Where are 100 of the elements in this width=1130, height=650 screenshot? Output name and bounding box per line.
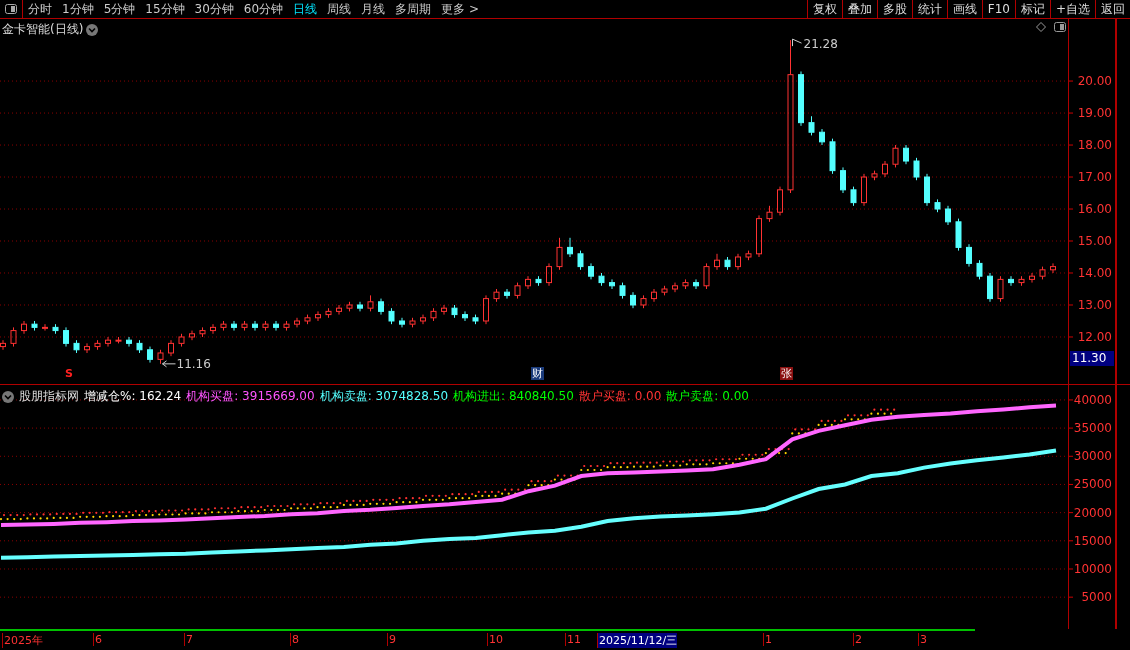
axis-label: 5000 bbox=[1081, 590, 1112, 605]
candlestick bbox=[840, 166, 846, 194]
candlestick bbox=[399, 317, 405, 328]
toolbar-button[interactable]: 多股 bbox=[876, 0, 912, 19]
candlestick bbox=[556, 237, 563, 271]
period-tab[interactable]: 分时 bbox=[23, 0, 57, 19]
candlestick bbox=[693, 278, 699, 290]
candlestick bbox=[462, 310, 468, 322]
date-label: 3 bbox=[918, 633, 927, 647]
chart-marker[interactable]: S bbox=[64, 367, 74, 381]
toolbar-button[interactable]: 复权 bbox=[806, 0, 842, 19]
axis-label: 18.00 bbox=[1077, 138, 1112, 153]
period-tab[interactable]: 5分钟 bbox=[98, 0, 141, 19]
candlestick bbox=[42, 323, 48, 332]
period-tab[interactable]: 60分钟 bbox=[238, 0, 289, 19]
period-tab[interactable]: 更多 > bbox=[436, 0, 484, 19]
date-label: 2025/11/12/三 bbox=[597, 633, 678, 649]
panel-toggle-icon[interactable] bbox=[5, 4, 17, 14]
axis-label: 14.00 bbox=[1077, 266, 1112, 281]
candlestick bbox=[598, 272, 605, 287]
candlestick bbox=[315, 310, 321, 322]
candlestick bbox=[189, 330, 195, 341]
legend-value: 散户买盘: 0.00 bbox=[578, 388, 662, 406]
candlestick bbox=[882, 160, 888, 178]
candlestick bbox=[378, 298, 384, 316]
candlestick bbox=[336, 304, 342, 316]
axis-label: 12.00 bbox=[1077, 330, 1112, 344]
legend-value: 机构买盘: 3915669.00 bbox=[186, 388, 315, 406]
arrow-icon bbox=[162, 360, 176, 368]
axis-label: 30000 bbox=[1073, 449, 1112, 464]
toolbar-button[interactable]: 画线 bbox=[946, 0, 982, 19]
axis-label: 35000 bbox=[1073, 421, 1112, 436]
period-tab[interactable]: 周线 bbox=[322, 0, 357, 19]
candlestick bbox=[294, 317, 300, 328]
candlestick bbox=[630, 291, 636, 309]
candlestick bbox=[0, 339, 6, 351]
candlestick bbox=[945, 205, 951, 226]
legend-value: 机构进出: 840840.50 bbox=[453, 388, 574, 406]
candlestick bbox=[777, 186, 783, 216]
candlestick bbox=[357, 301, 363, 312]
axis-label: 13.00 bbox=[1077, 298, 1112, 312]
candlestick bbox=[535, 275, 542, 287]
candlestick bbox=[682, 278, 689, 290]
axis-label: 20000 bbox=[1073, 505, 1112, 520]
high-price-label: 21.28 bbox=[803, 37, 838, 52]
period-tab[interactable]: 15分钟 bbox=[140, 0, 190, 19]
date-label: 8 bbox=[290, 633, 299, 647]
candlestick bbox=[430, 307, 437, 322]
candlestick bbox=[714, 253, 720, 271]
candlestick bbox=[703, 262, 710, 290]
candlestick bbox=[756, 214, 762, 258]
candlestick bbox=[147, 346, 153, 364]
candlestick bbox=[441, 304, 447, 316]
period-tab[interactable]: 30分钟 bbox=[189, 0, 239, 19]
low-price-label: 11.16 bbox=[176, 356, 211, 371]
candlestick bbox=[73, 339, 80, 354]
period-tab[interactable]: 日线 bbox=[288, 0, 323, 19]
toolbar-button[interactable]: 叠加 bbox=[841, 0, 877, 19]
candlestick bbox=[10, 326, 17, 348]
candlestick bbox=[735, 253, 741, 271]
axis-label: 10000 bbox=[1073, 562, 1112, 576]
period-tab[interactable]: 月线 bbox=[356, 0, 391, 19]
toolbar-button[interactable]: F10 bbox=[981, 0, 1015, 19]
candlestick bbox=[273, 320, 279, 332]
candlestick bbox=[84, 342, 90, 354]
candlestick bbox=[609, 278, 615, 290]
toolbar-button[interactable]: 标记 bbox=[1014, 0, 1050, 19]
dropdown-icon[interactable] bbox=[86, 23, 99, 36]
dropdown-icon[interactable] bbox=[2, 390, 14, 403]
toolbar-button[interactable]: 返回 bbox=[1095, 0, 1130, 19]
axis-label: 17.00 bbox=[1077, 170, 1112, 185]
candlestick bbox=[105, 336, 111, 348]
candlestick bbox=[672, 282, 678, 293]
axis-label: 15.00 bbox=[1077, 234, 1112, 249]
date-label: 9 bbox=[387, 633, 396, 647]
axis-label: 15000 bbox=[1073, 533, 1112, 548]
chart-marker[interactable]: 张 bbox=[780, 367, 793, 381]
period-tab[interactable]: 多周期 bbox=[390, 0, 437, 19]
toolbar-button[interactable]: +自选 bbox=[1049, 0, 1095, 19]
legend-value: 机构卖盘: 3074828.50 bbox=[319, 388, 449, 406]
candlestick bbox=[651, 288, 657, 303]
candlestick bbox=[861, 173, 867, 207]
candlestick bbox=[987, 272, 993, 303]
candlestick bbox=[819, 128, 825, 146]
candlestick bbox=[451, 304, 458, 319]
toolbar-button[interactable]: 统计 bbox=[911, 0, 947, 19]
candlestick bbox=[724, 256, 731, 271]
diamond-icon[interactable] bbox=[1036, 22, 1046, 33]
date-label: 10 bbox=[487, 633, 503, 647]
candlestick bbox=[525, 275, 531, 290]
panel-toggle-icon[interactable] bbox=[1054, 22, 1066, 33]
chart-marker[interactable]: 财 bbox=[531, 367, 544, 381]
candlestick bbox=[1050, 262, 1056, 274]
date-label: 2025年 bbox=[2, 633, 43, 649]
period-tab[interactable]: 1分钟 bbox=[57, 0, 99, 19]
candlestick bbox=[997, 275, 1004, 303]
candlestick bbox=[262, 320, 269, 332]
legend-value: 散户卖盘: 0.00 bbox=[666, 388, 749, 406]
candlestick bbox=[1018, 275, 1025, 287]
candlestick bbox=[766, 205, 773, 223]
